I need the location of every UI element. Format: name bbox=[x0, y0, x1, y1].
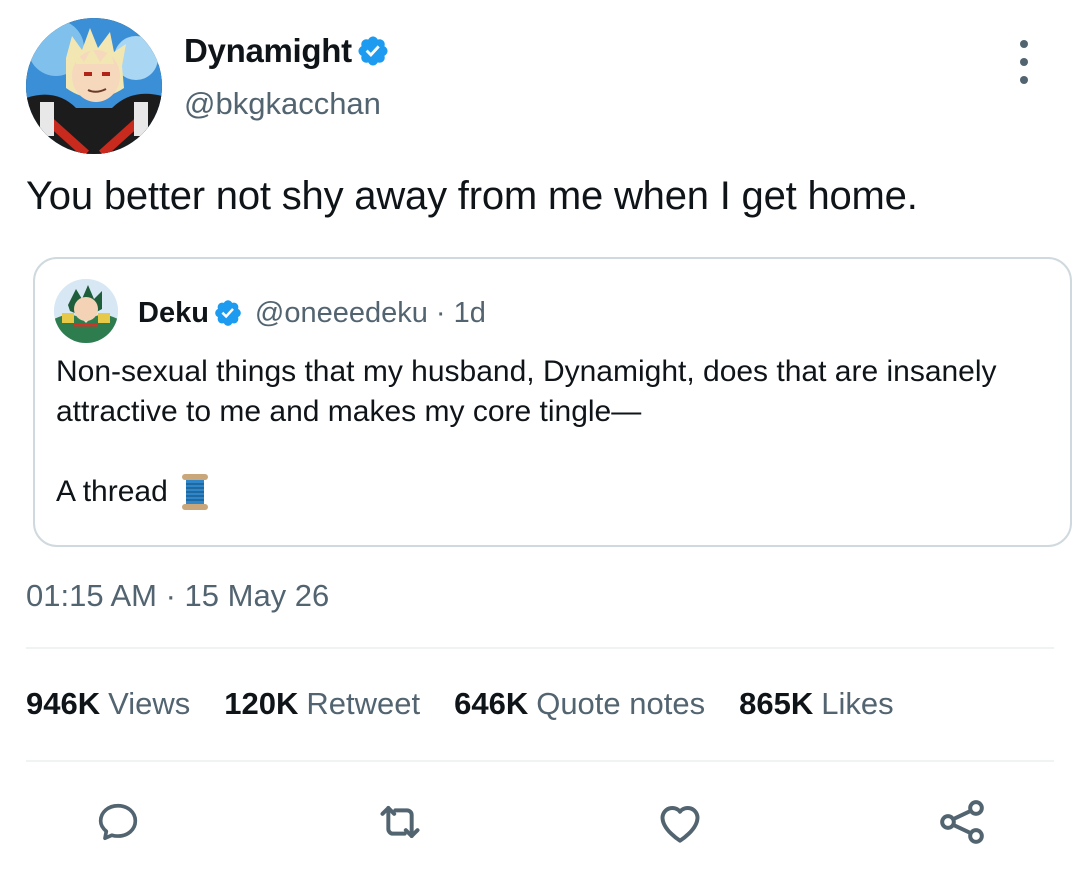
stat-views-label: Views bbox=[108, 686, 191, 721]
reply-button[interactable] bbox=[90, 796, 146, 852]
quoted-verified-badge-icon bbox=[213, 298, 243, 328]
stat-views-count: 946K bbox=[26, 686, 101, 721]
quoted-time: 1d bbox=[453, 296, 486, 329]
quoted-thread-line: A thread bbox=[56, 472, 210, 512]
author-avatar[interactable] bbox=[26, 18, 162, 154]
stat-quotes-count: 646K bbox=[454, 686, 529, 721]
divider bbox=[26, 647, 1054, 649]
quoted-author-avatar bbox=[54, 279, 118, 343]
stat-likes-count: 865K bbox=[739, 686, 814, 721]
reply-icon bbox=[92, 796, 144, 853]
stat-quotes[interactable]: 646K Quote notes bbox=[454, 686, 705, 722]
author-display-name[interactable]: Dynamight bbox=[184, 32, 352, 70]
quoted-thread-label: A thread bbox=[56, 475, 168, 508]
quoted-tweet-header: Deku @oneeedeku · 1d bbox=[138, 294, 486, 332]
quoted-display-name: Deku bbox=[138, 296, 209, 329]
spool-of-thread-icon bbox=[180, 472, 210, 512]
stat-retweets-count: 120K bbox=[224, 686, 299, 721]
stat-retweets[interactable]: 120K Retweet bbox=[224, 686, 420, 722]
verified-badge-icon bbox=[356, 34, 390, 68]
author-name-row[interactable]: Dynamight bbox=[184, 30, 390, 72]
stat-likes[interactable]: 865K Likes bbox=[739, 686, 893, 722]
share-icon bbox=[934, 794, 990, 855]
quoted-separator: · bbox=[435, 296, 446, 329]
quoted-handle: @oneeedeku bbox=[254, 296, 428, 329]
share-button[interactable] bbox=[934, 796, 990, 852]
divider bbox=[26, 760, 1054, 762]
more-options-icon[interactable] bbox=[1008, 40, 1040, 84]
retweet-button[interactable] bbox=[372, 796, 428, 852]
tweet-text: You better not shy away from me when I g… bbox=[26, 174, 918, 218]
stat-retweets-label: Retweet bbox=[306, 686, 421, 721]
tweet-stats: 946K Views 120K Retweet 646K Quote notes 86… bbox=[26, 686, 928, 722]
stat-views[interactable]: 946K Views bbox=[26, 686, 190, 722]
stat-likes-label: Likes bbox=[821, 686, 894, 721]
like-icon bbox=[652, 794, 708, 855]
quoted-tweet-text: Non-sexual things that my husband, Dynam… bbox=[56, 355, 997, 428]
like-button[interactable] bbox=[652, 796, 708, 852]
retweet-icon bbox=[372, 794, 428, 855]
tweet-timestamp[interactable]: 01:15 AM · 15 May 26 bbox=[26, 578, 329, 614]
stat-quotes-label: Quote notes bbox=[536, 686, 706, 721]
author-handle[interactable]: @bkgkacchan bbox=[184, 86, 381, 122]
